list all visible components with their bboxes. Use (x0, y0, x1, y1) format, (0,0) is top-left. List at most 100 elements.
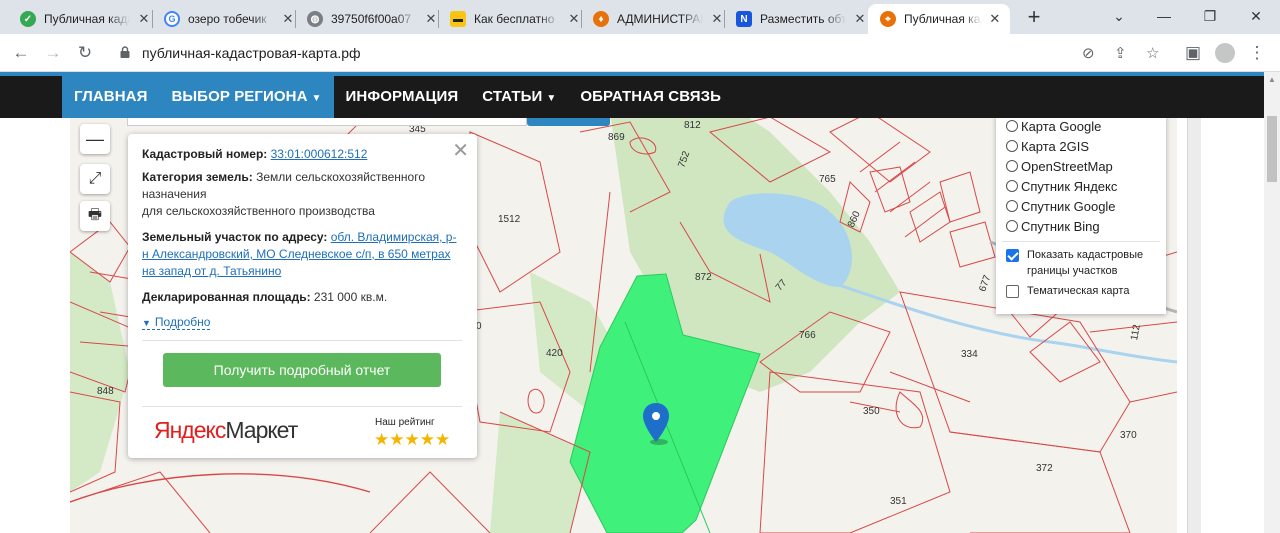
category-label: Категория земель: (142, 170, 253, 184)
radio-button[interactable] (1006, 200, 1018, 212)
site-navbar: ГЛАВНАЯ ВЫБОР РЕГИОНА ▼ ИНФОРМАЦИЯ СТАТЬИ… (0, 72, 1264, 118)
close-icon[interactable]: ✕ (280, 11, 296, 27)
scroll-up-icon[interactable]: ▲ (1264, 72, 1280, 88)
browser-tab-active[interactable]: ⌖ Публичная кадастровая карта ✕ (868, 4, 1010, 34)
close-icon[interactable]: ✕ (709, 11, 725, 27)
browser-tab[interactable]: ♦ АДМИНИСТРАЦИЯ ✕ (581, 4, 733, 34)
yandex-word: Яндекс (154, 417, 226, 443)
category-value: для сельскохозяйственного производства (142, 204, 375, 218)
get-report-button[interactable]: Получить подробный отчет (163, 353, 441, 387)
flame-icon: ♦ (593, 11, 609, 27)
parcel-label: 848 (97, 386, 114, 397)
radio-button[interactable] (1006, 140, 1018, 152)
search-button[interactable] (527, 118, 610, 126)
eye-off-icon[interactable]: ⊘ (1082, 44, 1095, 62)
layer-option[interactable]: Спутник Bing (1006, 217, 1100, 235)
address-link[interactable]: обл. Владимирская, р- (331, 230, 457, 244)
close-icon[interactable]: ✕ (136, 11, 152, 27)
menu-kebab-icon[interactable]: ⋮ (1244, 40, 1270, 66)
address-bar[interactable]: публичная-кадастровая-карта.рф ⊘ ⇪ ☆ (106, 38, 1172, 68)
show-borders-checkbox[interactable] (1006, 249, 1019, 262)
address-link[interactable]: н Александровский, МО Следневское с/п, в… (142, 247, 451, 261)
print-button[interactable]: 🖶 (80, 201, 110, 231)
map-pin-icon: ⌖ (880, 11, 896, 27)
radio-button[interactable] (1006, 180, 1018, 192)
map-pin-icon[interactable] (642, 402, 670, 446)
page-scrollbar[interactable]: ▲ (1264, 72, 1280, 533)
fullscreen-icon: ⤢ (88, 170, 102, 187)
nav-articles[interactable]: СТАТЬИ ▼ (470, 76, 568, 118)
layer-option[interactable]: Спутник Яндекс (1006, 177, 1117, 195)
cadastral-number-link[interactable]: 33:01:000612:512 (271, 147, 368, 161)
close-icon[interactable]: ✕ (988, 11, 1002, 27)
browser-tab[interactable]: ▬ Как бесплатно ✕ (438, 4, 590, 34)
yandex-market-logo[interactable]: ЯндексМаркет (154, 417, 298, 444)
close-icon[interactable]: ✕ (566, 11, 582, 27)
globe-icon: ◍ (307, 11, 323, 27)
new-tab-icon[interactable]: + (1022, 6, 1046, 30)
fullscreen-button[interactable]: ⤢ (80, 164, 110, 194)
browser-tab[interactable]: G озеро тобечик ✕ (152, 4, 304, 34)
area-row: Декларированная площадь: 231 000 кв.м. (142, 289, 462, 306)
layer-option[interactable]: Карта Google (1006, 117, 1101, 135)
parcel-label: 420 (546, 348, 563, 359)
reload-icon[interactable]: ↻ (72, 40, 98, 66)
parcel-label: 872 (695, 272, 712, 283)
star-icon: ★ (435, 430, 451, 449)
restore-icon[interactable]: ❐ (1187, 4, 1233, 28)
nav-home[interactable]: ГЛАВНАЯ (62, 76, 160, 118)
show-borders-checkbox-row[interactable]: Показать кадастровые границы участков (1006, 247, 1156, 279)
parcel-label: 812 (684, 120, 701, 131)
category-value: Земли сельскохозяйственного (256, 170, 426, 184)
browser-tab[interactable]: N Разместить объявление ✕ (724, 4, 876, 34)
star-icon[interactable]: ☆ (1146, 44, 1159, 62)
layer-option[interactable]: Спутник Google (1006, 197, 1116, 215)
address-link[interactable]: на запад от д. Татьянино (142, 264, 281, 278)
close-icon[interactable]: ✕ (423, 11, 439, 27)
parcel-label: 765 (819, 174, 836, 185)
back-icon[interactable]: ← (8, 40, 34, 66)
divider (142, 406, 462, 407)
radio-button[interactable] (1006, 160, 1018, 172)
page-viewport: 345 869 812 752 765 860 677 1512 872 77 … (0, 72, 1280, 533)
category-value: назначения (142, 187, 207, 201)
scrollbar-thumb[interactable] (1267, 116, 1277, 182)
zoom-out-button[interactable]: — (80, 124, 110, 154)
nav-label: ОБРАТНАЯ СВЯЗЬ (580, 88, 722, 105)
side-panel-icon[interactable]: ▣ (1180, 40, 1206, 66)
radio-button[interactable] (1006, 220, 1018, 232)
profile-avatar[interactable] (1212, 40, 1238, 66)
map-side-rail (1187, 118, 1201, 533)
green-check-icon: ✓ (20, 11, 36, 27)
map-layers-panel: Карта Google Карта 2GIS OpenStreetMap Сп… (996, 116, 1166, 314)
close-icon[interactable]: ✕ (852, 11, 868, 27)
layer-option[interactable]: OpenStreetMap (1006, 157, 1113, 175)
tab-search-icon[interactable]: ⌄ (1096, 4, 1142, 28)
chevron-down-icon: ▼ (546, 93, 557, 104)
tab-title: Публичная кадастровая карта (44, 12, 130, 26)
radio-button[interactable] (1006, 120, 1018, 132)
minimize-icon[interactable]: — (1141, 4, 1187, 28)
layer-option[interactable]: Карта 2GIS (1006, 137, 1089, 155)
nav-info[interactable]: ИНФОРМАЦИЯ (334, 76, 471, 118)
parcel-info-popup: ✕ Кадастровый номер: 33:01:000612:512 Ка… (128, 134, 477, 458)
tab-title: Публичная кадастровая карта (904, 12, 982, 26)
lock-icon (120, 46, 130, 58)
yellow-site-icon: ▬ (450, 11, 466, 27)
divider (142, 340, 462, 341)
browser-tab[interactable]: ✓ Публичная кадастровая карта ✕ (8, 4, 160, 34)
share-icon[interactable]: ⇪ (1114, 44, 1127, 62)
thematic-checkbox[interactable] (1006, 285, 1019, 298)
search-input[interactable] (127, 118, 527, 126)
tab-title: Как бесплатно (474, 12, 555, 26)
n-logo-icon: N (736, 11, 752, 27)
nav-region[interactable]: ВЫБОР РЕГИОНА ▼ (159, 76, 334, 118)
browser-tab[interactable]: ◍ 39750f6f00a07 ✕ (295, 4, 447, 34)
site-nav-menu: ГЛАВНАЯ ВЫБОР РЕГИОНА ▼ ИНФОРМАЦИЯ СТАТЬИ… (62, 76, 733, 118)
more-details-toggle[interactable]: ▼ Подробно (142, 315, 211, 330)
close-window-icon[interactable]: ✕ (1233, 4, 1279, 28)
area-label: Декларированная площадь: (142, 290, 311, 304)
thematic-checkbox-row[interactable]: Тематическая карта (1006, 283, 1156, 299)
forward-icon[interactable]: → (40, 40, 66, 66)
nav-feedback[interactable]: ОБРАТНАЯ СВЯЗЬ (568, 76, 733, 118)
